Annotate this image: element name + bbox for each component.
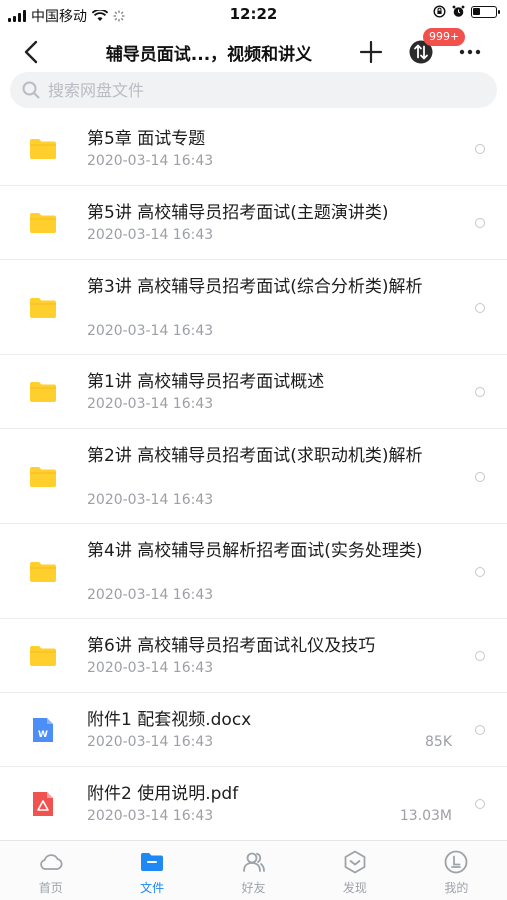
item-name: 第3讲 高校辅导员招考面试(综合分析类)解析 [87, 277, 423, 297]
item-date: 2020-03-14 16:43 [87, 396, 214, 412]
item-name: 第5讲 高校辅导员招考面试(主题演讲类) [87, 203, 389, 223]
item-date: 2020-03-14 16:43 [87, 227, 214, 243]
battery-icon [471, 5, 500, 18]
page-title: 辅导员面试...，视频和讲义 [105, 45, 313, 65]
folder-row[interactable]: 第6讲 高校辅导员招考面试礼仪及技巧 2020-03-14 16:43 [0, 619, 507, 693]
file-row[interactable]: 附件2 使用说明.pdf 2020-03-14 16:43 13.03M [0, 767, 507, 841]
tab-files[interactable]: 文件 [101, 841, 202, 900]
cloud-icon [39, 854, 63, 870]
tab-files-label: 文件 [140, 881, 165, 895]
item-name: 第2讲 高校辅导员招考面试(求职动机类)解析 [87, 446, 423, 466]
folder-icon [141, 853, 164, 871]
item-date: 2020-03-14 16:43 [87, 587, 214, 603]
folder-icon [30, 646, 56, 666]
folder-icon [30, 382, 56, 402]
folder-icon [30, 213, 56, 233]
folder-row[interactable]: 第2讲 高校辅导员招考面试(求职动机类)解析 2020-03-14 16:43 [0, 429, 507, 524]
item-size: 13.03M [399, 808, 452, 824]
word-doc-icon: W [33, 718, 53, 742]
pdf-icon [33, 792, 53, 816]
orientation-lock-icon [433, 5, 446, 18]
folder-row[interactable]: 第1讲 高校辅导员招考面试概述 2020-03-14 16:43 [0, 355, 507, 429]
alarm-icon [452, 5, 465, 17]
item-name: 附件1 配套视频.docx [87, 710, 252, 730]
tab-home-label: 首页 [38, 881, 63, 895]
folder-row[interactable]: 第3讲 高校辅导员招考面试(综合分析类)解析 2020-03-14 16:43 [0, 260, 507, 355]
item-date: 2020-03-14 16:43 [87, 323, 214, 339]
item-date: 2020-03-14 16:43 [87, 660, 214, 676]
back-icon[interactable] [18, 38, 46, 66]
svg-text:W: W [38, 730, 48, 740]
search-input[interactable] [48, 80, 448, 100]
friends-icon [242, 852, 265, 872]
folder-icon [30, 297, 56, 318]
folder-row[interactable]: 第4讲 高校辅导员解析招考面试(实务处理类) 2020-03-14 16:43 [0, 524, 507, 619]
search-bar[interactable] [10, 72, 497, 108]
tab-friends[interactable]: 好友 [203, 841, 304, 900]
item-date: 2020-03-14 16:43 [87, 492, 214, 508]
select-radio[interactable] [475, 799, 485, 809]
item-name: 第1讲 高校辅导员招考面试概述 [87, 372, 325, 392]
folder-icon [30, 466, 56, 487]
select-radio[interactable] [475, 387, 485, 397]
file-list: 第5章 面试专题 2020-03-14 16:43 第5讲 高校辅导员招考面试(主题… [0, 112, 507, 841]
tab-profile[interactable]: 我的 [406, 841, 507, 900]
item-name: 第6讲 高校辅导员招考面试礼仪及技巧 [87, 636, 376, 656]
select-radio[interactable] [475, 218, 485, 228]
item-date: 2020-03-14 16:43 [87, 808, 214, 824]
item-name: 附件2 使用说明.pdf [87, 784, 239, 804]
tab-discover-label: 发现 [342, 881, 367, 895]
select-radio[interactable] [475, 471, 485, 482]
tab-friends-label: 好友 [241, 881, 266, 895]
tab-bar: 首页 文件 好友 发现 我的 [0, 840, 507, 900]
select-radio[interactable] [475, 725, 485, 735]
profile-icon [444, 850, 468, 874]
item-name: 第5章 面试专题 [87, 129, 206, 149]
discover-icon [344, 850, 366, 874]
tab-discover[interactable]: 发现 [304, 841, 405, 900]
tab-profile-label: 我的 [444, 881, 469, 895]
select-radio[interactable] [475, 566, 485, 577]
search-icon [22, 81, 40, 99]
select-radio[interactable] [475, 302, 485, 313]
nav-bar: 辅导员面试...，视频和讲义 999+ [0, 28, 507, 76]
more-icon[interactable] [455, 40, 485, 64]
status-bar: 中国移动 12:22 [0, 0, 507, 28]
select-radio[interactable] [475, 144, 485, 154]
folder-row[interactable]: 第5章 面试专题 2020-03-14 16:43 [0, 112, 507, 186]
status-right [433, 5, 500, 18]
folder-icon [30, 139, 56, 159]
folder-row[interactable]: 第5讲 高校辅导员招考面试(主题演讲类) 2020-03-14 16:43 [0, 186, 507, 260]
item-date: 2020-03-14 16:43 [87, 734, 214, 750]
status-time: 12:22 [229, 5, 278, 23]
item-size: 85K [425, 734, 452, 750]
folder-icon [30, 561, 56, 582]
add-icon[interactable] [356, 37, 386, 67]
item-name: 第4讲 高校辅导员解析招考面试(实务处理类) [87, 541, 423, 561]
item-date: 2020-03-14 16:43 [87, 153, 214, 169]
file-row[interactable]: W 附件1 配套视频.docx 2020-03-14 16:43 85K [0, 693, 507, 767]
select-radio[interactable] [475, 651, 485, 661]
tab-home[interactable]: 首页 [0, 841, 101, 900]
